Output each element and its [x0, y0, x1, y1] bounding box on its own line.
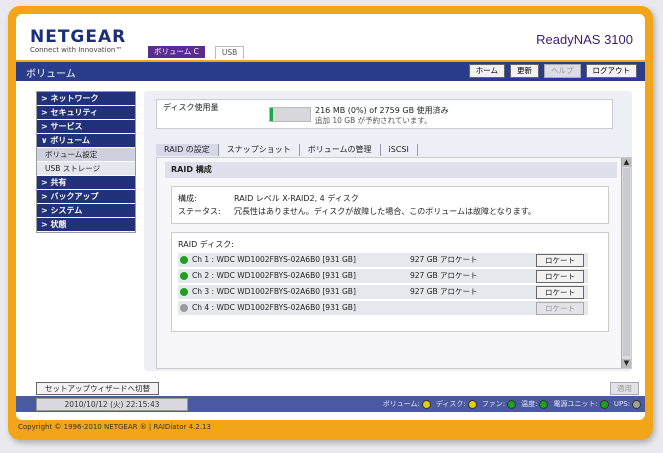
- refresh-button[interactable]: 更新: [510, 64, 539, 78]
- sidebar-item-system[interactable]: > システム: [37, 204, 135, 218]
- disk-row: Ch 3 : WDC WD1002FBYS-02A6B0 [931 GB] 92…: [178, 285, 588, 299]
- scroll-down-icon[interactable]: ▼: [622, 359, 631, 368]
- scroll-up-icon[interactable]: ▲: [622, 158, 631, 167]
- status-bar: 2010/10/12 (火) 22:15:43 ボリューム: ディスク: ファン…: [16, 396, 645, 412]
- page-title: ボリューム: [26, 69, 76, 80]
- tab-usb[interactable]: USB: [214, 46, 245, 59]
- sidebar-subitem-usb-storage[interactable]: USB ストレージ: [37, 162, 135, 176]
- disk-name: Ch 3 : WDC WD1002FBYS-02A6B0 [931 GB]: [192, 287, 356, 296]
- disk-allocation: 927 GB アロケート: [410, 287, 478, 296]
- tab-snapshot[interactable]: スナップショット: [219, 144, 300, 156]
- footer-copyright: Copyright © 1996-2010 NETGEAR ® | RAIDia…: [18, 423, 211, 431]
- status-led-icon: [507, 399, 517, 409]
- config-value: RAID レベル X-RAID2, 4 ディスク: [234, 194, 359, 203]
- logo-text: NETGEAR: [30, 27, 127, 47]
- sidebar-item-volumes[interactable]: ∨ ボリューム: [37, 134, 135, 148]
- sidebar-item-status[interactable]: > 状態: [37, 218, 135, 232]
- sidebar: > ネットワーク > セキュリティ > サービス ∨ ボリューム ボリューム設定…: [36, 91, 136, 233]
- datetime-display: 2010/10/12 (火) 22:15:43: [36, 398, 188, 411]
- product-name: ReadyNAS 3100: [536, 32, 633, 47]
- disk-usage-reserved: 追加 10 GB が予約されています。: [315, 116, 432, 125]
- status-value: 冗長性はありません。ディスクが故障した場合、このボリュームは故障となります。: [234, 207, 536, 216]
- sidebar-item-services[interactable]: > サービス: [37, 120, 135, 134]
- sidebar-item-backup[interactable]: > バックアップ: [37, 190, 135, 204]
- disk-allocation: 927 GB アロケート: [410, 271, 478, 280]
- disk-status-icon: [180, 256, 188, 264]
- app-frame: NETGEAR Connect with Innovation™ ReadyNA…: [8, 6, 653, 440]
- disk-usage-bar: [269, 107, 311, 122]
- raid-disks-box: RAID ディスク: Ch 1 : WDC WD1002FBYS-02A6B0 …: [171, 232, 609, 332]
- disk-name: Ch 2 : WDC WD1002FBYS-02A6B0 [931 GB]: [192, 271, 356, 280]
- disk-usage-fill: [270, 108, 273, 121]
- tab-iscsi[interactable]: iSCSI: [381, 144, 418, 156]
- logo-tagline: Connect with Innovation™: [30, 46, 123, 54]
- volume-indicator[interactable]: ボリューム:: [383, 398, 431, 410]
- fan-indicator[interactable]: ファン:: [481, 398, 517, 410]
- ups-indicator[interactable]: UPS:: [614, 398, 641, 410]
- indicator-label: ファン:: [481, 400, 506, 408]
- power-indicator[interactable]: 電源ユニット:: [553, 398, 609, 410]
- help-button[interactable]: ヘルプ: [544, 64, 581, 78]
- disk-usage-box: ディスク使用量 216 MB (0%) of 2759 GB 使用済み 追加 1…: [156, 99, 613, 129]
- disk-row: Ch 1 : WDC WD1002FBYS-02A6B0 [931 GB] 92…: [178, 253, 588, 267]
- raid-disks-label: RAID ディスク:: [178, 240, 234, 249]
- logout-button[interactable]: ログアウト: [585, 64, 637, 78]
- sidebar-item-security[interactable]: > セキュリティ: [37, 106, 135, 120]
- disk-indicator[interactable]: ディスク:: [436, 398, 477, 410]
- indicator-label: ディスク:: [435, 400, 466, 408]
- nav-buttons: ホーム 更新 ヘルプ ログアウト: [468, 64, 637, 78]
- disk-row: Ch 4 : WDC WD1002FBYS-02A6B0 [931 GB] ロケ…: [178, 301, 588, 315]
- config-label: 構成:: [178, 194, 197, 203]
- locate-button[interactable]: ロケート: [536, 254, 584, 267]
- indicator-label: UPS:: [613, 400, 630, 408]
- status-led-icon: [632, 399, 641, 409]
- raid-config-row: 構成: RAID レベル X-RAID2, 4 ディスク: [178, 193, 359, 204]
- disk-row: Ch 2 : WDC WD1002FBYS-02A6B0 [931 GB] 92…: [178, 269, 588, 283]
- locate-button[interactable]: ロケート: [536, 270, 584, 283]
- status-led-icon: [599, 399, 609, 409]
- scroll-thumb[interactable]: [623, 168, 630, 356]
- locate-button[interactable]: ロケート: [536, 302, 584, 315]
- tab-volume-management[interactable]: ボリュームの管理: [300, 144, 381, 156]
- disk-name: Ch 4 : WDC WD1002FBYS-02A6B0 [931 GB]: [192, 303, 356, 312]
- tab-volume-c[interactable]: ボリューム C: [148, 46, 205, 58]
- disk-usage-label: ディスク使用量: [163, 103, 219, 112]
- raid-config-box: 構成: RAID レベル X-RAID2, 4 ディスク ステータス: 冗長性はあり…: [171, 186, 609, 224]
- home-button[interactable]: ホーム: [468, 64, 505, 78]
- status-indicators: ボリューム: ディスク: ファン: 温度: 電源ユニット: UPS:: [383, 398, 641, 410]
- raid-content: RAID 構成 構成: RAID レベル X-RAID2, 4 ディスク ステータ…: [156, 157, 632, 369]
- app-window: NETGEAR Connect with Innovation™ ReadyNA…: [16, 14, 645, 420]
- status-led-icon: [539, 399, 549, 409]
- setup-wizard-button[interactable]: セットアップウィザードへ切替: [36, 382, 159, 395]
- locate-button[interactable]: ロケート: [536, 286, 584, 299]
- status-label: ステータス:: [178, 207, 221, 216]
- sidebar-item-shares[interactable]: > 共有: [37, 176, 135, 190]
- raid-status-row: ステータス: 冗長性はありません。ディスクが故障した場合、このボリュームは故障とな…: [178, 206, 536, 217]
- action-bar: セットアップウィザードへ切替 適用: [16, 382, 645, 396]
- sidebar-subitem-volume-settings[interactable]: ボリューム設定: [37, 148, 135, 162]
- disk-status-icon: [180, 288, 188, 296]
- raid-heading: RAID 構成: [165, 162, 617, 178]
- content-scrollbar[interactable]: ▲ ▼: [621, 158, 631, 368]
- status-led-icon: [467, 399, 477, 409]
- apply-button[interactable]: 適用: [610, 382, 639, 395]
- temperature-indicator[interactable]: 温度:: [521, 398, 549, 410]
- status-led-icon: [421, 399, 431, 409]
- title-bar: ボリューム ホーム 更新 ヘルプ ログアウト: [16, 60, 645, 81]
- indicator-label: 電源ユニット:: [553, 400, 598, 408]
- indicator-label: ボリューム:: [382, 400, 420, 408]
- disk-status-icon: [180, 304, 188, 312]
- tab-raid-settings[interactable]: RAID の設定: [156, 144, 219, 156]
- disk-status-icon: [180, 272, 188, 280]
- netgear-logo: NETGEAR Connect with Innovation™: [30, 27, 126, 54]
- main-panel: ディスク使用量 216 MB (0%) of 2759 GB 使用済み 追加 1…: [144, 91, 632, 371]
- indicator-label: 温度:: [521, 400, 538, 408]
- disk-allocation: 927 GB アロケート: [410, 255, 478, 264]
- disk-name: Ch 1 : WDC WD1002FBYS-02A6B0 [931 GB]: [192, 255, 356, 264]
- volume-tabs: ボリューム C USB: [148, 46, 245, 59]
- sidebar-item-network[interactable]: > ネットワーク: [37, 92, 135, 106]
- raid-tabs: RAID の設定 スナップショット ボリュームの管理 iSCSI: [156, 144, 418, 156]
